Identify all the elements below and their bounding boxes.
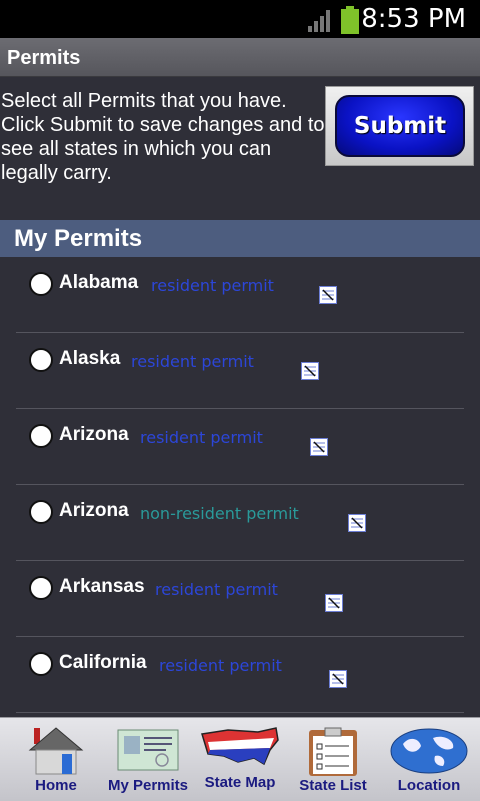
notes-icon[interactable] [348, 514, 366, 532]
battery-icon [341, 6, 359, 34]
permit-row[interactable]: Alaska resident permit [0, 333, 480, 409]
page-title: Permits [7, 47, 81, 69]
permit-type: resident permit [151, 276, 274, 295]
permit-row[interactable]: Arkansas resident permit [0, 561, 480, 637]
permit-row[interactable]: Arizona non-resident permit [0, 485, 480, 561]
permit-radio[interactable] [29, 348, 53, 372]
permit-type: resident permit [155, 580, 278, 599]
title-bar: Permits [0, 38, 480, 77]
permit-radio[interactable] [29, 576, 53, 600]
state-name: Arkansas [59, 576, 145, 597]
tab-state-list[interactable]: State List [288, 718, 378, 801]
permit-radio[interactable] [29, 424, 53, 448]
home-icon [28, 727, 84, 775]
tab-label: Location [397, 777, 461, 794]
tab-home[interactable]: Home [0, 718, 112, 801]
state-name: Arizona [59, 424, 129, 445]
permits-icon [117, 729, 179, 771]
row-divider [16, 712, 464, 713]
notes-icon[interactable] [329, 670, 347, 688]
state-name: Alaska [59, 348, 121, 369]
permit-radio[interactable] [29, 272, 53, 296]
state-name: Alabama [59, 272, 139, 293]
notes-icon[interactable] [310, 438, 328, 456]
state-name: California [59, 652, 147, 673]
permit-radio[interactable] [29, 652, 53, 676]
state-list-icon [309, 727, 357, 776]
permit-type: non-resident permit [140, 504, 299, 523]
state-name: Arizona [59, 500, 129, 521]
submit-button[interactable]: Submit [335, 95, 465, 157]
status-bar: 8:53 PM [0, 0, 480, 38]
section-title: My Permits [14, 225, 143, 252]
permit-list: Alabama resident permit Alaska resident … [0, 257, 480, 713]
tab-label: Home [35, 777, 77, 794]
permit-type: resident permit [131, 352, 254, 371]
instructions-text: Select all Permits that you have. Click … [1, 90, 325, 184]
globe-icon [390, 728, 468, 774]
tab-label: State List [299, 777, 367, 794]
signal-icon [308, 10, 330, 32]
notes-icon[interactable] [319, 286, 337, 304]
tab-label: State Map [204, 774, 276, 791]
bottom-tab-bar: Home My Permits State Map State List Loc… [0, 717, 480, 801]
notes-icon[interactable] [301, 362, 319, 380]
permit-radio[interactable] [29, 500, 53, 524]
permit-row[interactable]: Arizona resident permit [0, 409, 480, 485]
tab-state-map[interactable]: State Map [194, 718, 286, 801]
tab-label: My Permits [107, 777, 189, 794]
tab-my-permits[interactable]: My Permits [100, 718, 196, 801]
notes-icon[interactable] [325, 594, 343, 612]
permit-row[interactable]: California resident permit [0, 637, 480, 713]
clock-time: 8:53 PM [361, 4, 466, 34]
tab-location[interactable]: Location [378, 718, 480, 801]
permit-type: resident permit [159, 656, 282, 675]
usa-map-icon [201, 727, 279, 766]
submit-button-frame: Submit [325, 86, 474, 166]
section-header: My Permits [0, 220, 480, 257]
permit-type: resident permit [140, 428, 263, 447]
permit-row[interactable]: Alabama resident permit [0, 257, 480, 333]
